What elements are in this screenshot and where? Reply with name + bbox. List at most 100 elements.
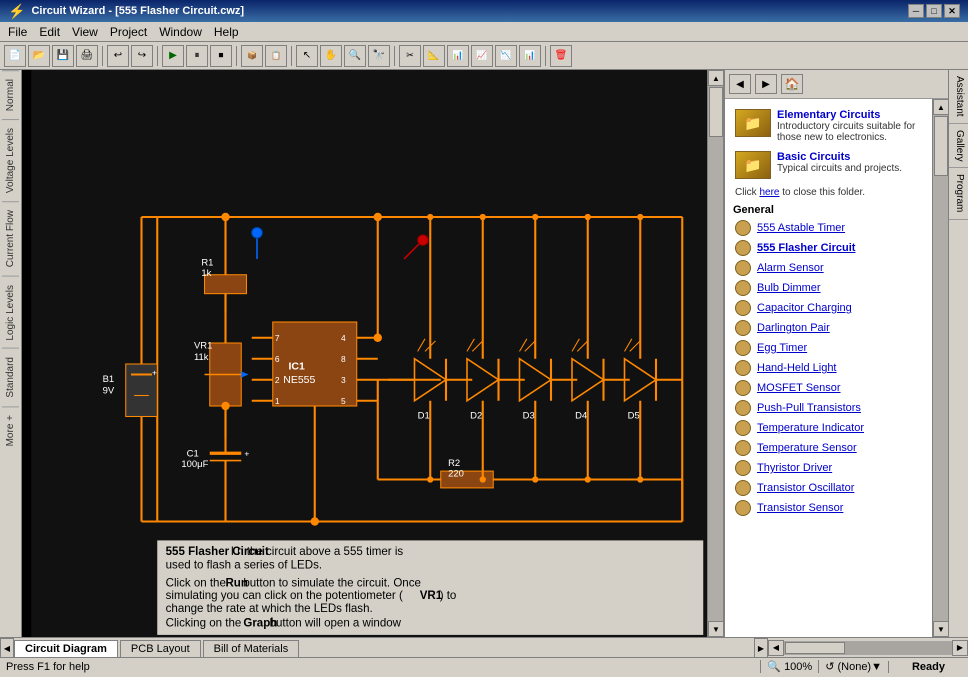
zoom-in-button[interactable]: 🔍	[344, 45, 366, 67]
circuit-link-2[interactable]: Alarm Sensor	[757, 262, 824, 274]
sidebar-tab-more[interactable]: More +	[2, 406, 19, 454]
nav-home-button[interactable]: 🏠	[781, 74, 803, 94]
circuit-link-4[interactable]: Capacitor Charging	[757, 302, 852, 314]
circuit-link-13[interactable]: Transistor Oscillator	[757, 482, 854, 494]
svg-text:NE555: NE555	[283, 374, 315, 386]
circuit-link-12[interactable]: Thyristor Driver	[757, 462, 832, 474]
minimize-button[interactable]: ─	[908, 4, 924, 18]
close-folder-link[interactable]: here	[759, 187, 779, 198]
graph-button[interactable]: 📊	[447, 45, 469, 67]
circuit-link-6[interactable]: Egg Timer	[757, 342, 807, 354]
sidebar-tab-voltage[interactable]: Voltage Levels	[2, 119, 19, 201]
vtab-gallery[interactable]: Gallery	[949, 124, 968, 169]
circuit-item-5[interactable]: Darlington Pair	[731, 318, 926, 338]
folder-elementary[interactable]: 📁 Elementary Circuits Introductory circu…	[731, 105, 926, 147]
sidebar-tab-normal[interactable]: Normal	[2, 70, 19, 119]
scroll-down-button[interactable]: ▼	[708, 621, 723, 637]
circuit-item-8[interactable]: MOSFET Sensor	[731, 378, 926, 398]
separator-4	[291, 46, 292, 66]
open-button[interactable]: 📂	[28, 45, 50, 67]
zoom-out-button[interactable]: 🔭	[368, 45, 390, 67]
circuit-link-5[interactable]: Darlington Pair	[757, 322, 830, 334]
print-button[interactable]: 🖨	[76, 45, 98, 67]
circuit-item-2[interactable]: Alarm Sensor	[731, 258, 926, 278]
hscroll-right[interactable]: ▶	[952, 640, 968, 656]
panel-scroll-down[interactable]: ▼	[933, 621, 948, 637]
panel-scroll-thumb[interactable]	[934, 116, 948, 176]
redo-button[interactable]: ↪	[131, 45, 153, 67]
circuit-item-3[interactable]: Bulb Dimmer	[731, 278, 926, 298]
select-button[interactable]: ↖	[296, 45, 318, 67]
circuit-item-4[interactable]: Capacitor Charging	[731, 298, 926, 318]
folder-basic-label[interactable]: Basic Circuits	[777, 151, 902, 163]
export-button[interactable]: 📊	[519, 45, 541, 67]
vtab-program[interactable]: Program	[949, 168, 968, 219]
run-button[interactable]: ▶	[162, 45, 184, 67]
circuit-item-1[interactable]: 555 Flasher Circuit	[731, 238, 926, 258]
nav-back-button[interactable]: ◀	[729, 74, 751, 94]
circuit-item-11[interactable]: Temperature Sensor	[731, 438, 926, 458]
canvas-area[interactable]: B1 9V + VR1 11k R1 1k	[22, 70, 723, 637]
hscroll-left[interactable]: ◀	[768, 640, 784, 656]
sidebar-tab-current[interactable]: Current Flow	[2, 201, 19, 275]
circuit-item-0[interactable]: 555 Astable Timer	[731, 218, 926, 238]
save-button[interactable]: 💾	[52, 45, 74, 67]
menu-file[interactable]: File	[2, 23, 33, 41]
circuit-item-12[interactable]: Thyristor Driver	[731, 458, 926, 478]
circuit-item-6[interactable]: Egg Timer	[731, 338, 926, 358]
menu-window[interactable]: Window	[153, 23, 208, 41]
circuit-link-9[interactable]: Push-Pull Transistors	[757, 402, 861, 414]
tab-bill-of-materials[interactable]: Bill of Materials	[203, 640, 300, 657]
hscroll-thumb[interactable]	[785, 642, 845, 654]
vtab-assistant[interactable]: Assistant	[949, 70, 968, 124]
new-button[interactable]: 📄	[4, 45, 26, 67]
circuit-link-3[interactable]: Bulb Dimmer	[757, 282, 821, 294]
circuit-link-8[interactable]: MOSFET Sensor	[757, 382, 841, 394]
scroll-thumb[interactable]	[709, 87, 723, 137]
circuit-item-14[interactable]: Transistor Sensor	[731, 498, 926, 518]
delete-button[interactable]: 🗑	[550, 45, 572, 67]
menu-project[interactable]: Project	[104, 23, 153, 41]
circuit-item-13[interactable]: Transistor Oscillator	[731, 478, 926, 498]
circuit-link-7[interactable]: Hand-Held Light	[757, 362, 837, 374]
wire-button[interactable]: ✂	[399, 45, 421, 67]
scroll-up-button[interactable]: ▲	[708, 70, 723, 86]
menu-help[interactable]: Help	[208, 23, 245, 41]
undo-button[interactable]: ↩	[107, 45, 129, 67]
circuit-item-10[interactable]: Temperature Indicator	[731, 418, 926, 438]
pan-button[interactable]: ✋	[320, 45, 342, 67]
folder-elementary-label[interactable]: Elementary Circuits	[777, 109, 922, 121]
tab-circuit-diagram[interactable]: Circuit Diagram	[14, 640, 118, 657]
tab-scroll-left[interactable]: ◀	[0, 638, 14, 658]
circuit-link-14[interactable]: Transistor Sensor	[757, 502, 843, 514]
layout-button[interactable]: 📋	[265, 45, 287, 67]
sidebar-tab-logic[interactable]: Logic Levels	[2, 276, 19, 349]
tab-scroll-right[interactable]: ▶	[754, 638, 768, 658]
circuit-link-1[interactable]: 555 Flasher Circuit	[757, 242, 855, 254]
circuit-item-9[interactable]: Push-Pull Transistors	[731, 398, 926, 418]
svg-text:1k: 1k	[201, 268, 211, 279]
panel-scroll-up[interactable]: ▲	[933, 99, 948, 115]
tab-pcb-layout[interactable]: PCB Layout	[120, 640, 201, 657]
canvas-vscrollbar[interactable]: ▲ ▼	[707, 70, 723, 637]
circuit-link-0[interactable]: 555 Astable Timer	[757, 222, 845, 234]
menu-edit[interactable]: Edit	[33, 23, 66, 41]
analysis-button[interactable]: 📉	[495, 45, 517, 67]
stop-button[interactable]: ⏹	[210, 45, 232, 67]
circuit-diagram[interactable]: B1 9V + VR1 11k R1 1k	[22, 70, 723, 637]
close-button[interactable]: ✕	[944, 4, 960, 18]
panel-vscrollbar[interactable]: ▲ ▼	[932, 99, 948, 637]
circuit-link-11[interactable]: Temperature Sensor	[757, 442, 857, 454]
panel-scroll-area[interactable]: 📁 Elementary Circuits Introductory circu…	[725, 99, 932, 637]
menu-view[interactable]: View	[66, 23, 104, 41]
sidebar-tab-standard[interactable]: Standard	[2, 348, 19, 406]
circuit-link-10[interactable]: Temperature Indicator	[757, 422, 864, 434]
component-button[interactable]: 📦	[241, 45, 263, 67]
folder-basic[interactable]: 📁 Basic Circuits Typical circuits and pr…	[731, 147, 926, 185]
measure-button[interactable]: 📐	[423, 45, 445, 67]
probe-button[interactable]: 📈	[471, 45, 493, 67]
pause-button[interactable]: ⏸	[186, 45, 208, 67]
circuit-item-7[interactable]: Hand-Held Light	[731, 358, 926, 378]
restore-button[interactable]: □	[926, 4, 942, 18]
nav-forward-button[interactable]: ▶	[755, 74, 777, 94]
